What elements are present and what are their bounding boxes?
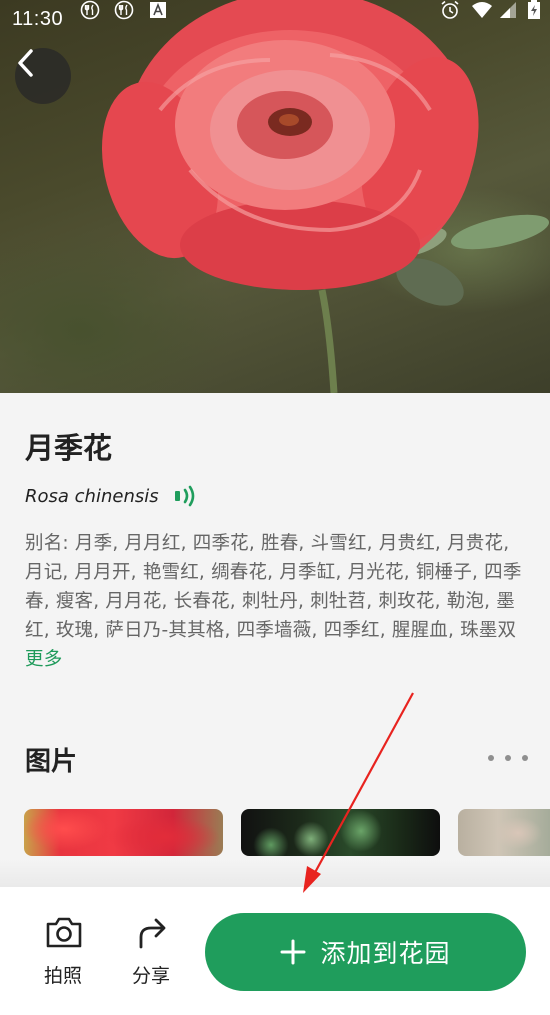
add-to-garden-button[interactable]: 添加到花园 — [205, 913, 526, 991]
rose-photo — [101, 0, 549, 393]
images-section-title: 图片 — [25, 747, 78, 777]
plant-info: 月季花 Rosa chinensis 别名: 月季, 月月红, 四季花, 胜春,… — [0, 393, 550, 887]
hero-image: 11:30 — [0, 0, 550, 393]
alarm-icon — [441, 0, 459, 19]
image-thumbnail[interactable] — [24, 809, 223, 856]
speaker-icon[interactable] — [173, 485, 197, 507]
image-thumbnail[interactable] — [458, 809, 550, 856]
back-button[interactable] — [15, 48, 71, 104]
scroll-fade — [0, 859, 550, 887]
chevron-left-icon — [18, 49, 33, 77]
plant-common-name: 月季花 — [25, 431, 113, 465]
camera-label: 拍照 — [43, 965, 82, 987]
camera-icon — [46, 917, 82, 948]
plant-latin-name: Rosa chinensis — [25, 485, 159, 507]
alias-prefix: 别名: — [25, 533, 75, 554]
share-icon — [139, 918, 166, 949]
add-to-garden-label: 添加到花园 — [320, 939, 451, 968]
latin-name-row: Rosa chinensis — [25, 485, 197, 507]
share-button[interactable]: 分享 — [121, 915, 181, 995]
plus-icon — [280, 939, 306, 965]
status-bar: 11:30 — [0, 0, 550, 38]
image-thumbnail[interactable] — [241, 809, 440, 856]
battery-icon — [528, 0, 540, 19]
camera-button[interactable]: 拍照 — [33, 915, 93, 995]
plant-detail-screen: 11:30 月季花 Rosa chinensis 别名: 月季, 月月红, 四季… — [0, 0, 550, 1015]
restaurant-icon — [114, 0, 134, 20]
cellular-signal-icon — [500, 2, 516, 18]
status-time: 11:30 — [12, 8, 64, 30]
alias-list: 别名: 月季, 月月红, 四季花, 胜春, 斗雪红, 月贵红, 月贵花, 月记,… — [25, 529, 525, 674]
bottom-action-bar: 拍照 分享 添加到花园 — [0, 887, 550, 1015]
wifi-icon — [472, 2, 492, 18]
alias-values: 月季, 月月红, 四季花, 胜春, 斗雪红, 月贵红, 月贵花, 月记, 月月开… — [25, 533, 522, 641]
more-options-icon[interactable] — [488, 748, 528, 768]
text-app-icon — [150, 2, 166, 18]
share-label: 分享 — [131, 965, 170, 987]
restaurant-icon — [80, 0, 100, 20]
more-aliases-link[interactable]: 更多 — [25, 649, 62, 670]
